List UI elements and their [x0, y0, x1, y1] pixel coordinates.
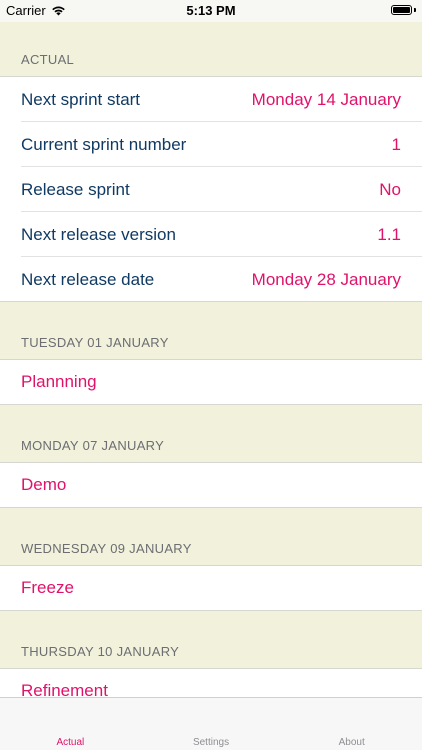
row-label: Release sprint [21, 179, 130, 199]
tab-settings[interactable]: Settings [141, 698, 282, 750]
row-value: 1 [391, 134, 401, 154]
status-bar: Carrier 5:13 PM [0, 0, 422, 22]
section-header-date: TUESDAY 01 JANUARY [0, 302, 422, 360]
battery-icon [391, 5, 412, 15]
row-value: No [379, 179, 401, 199]
tab-about[interactable]: About [281, 698, 422, 750]
actual-group: Next sprint start Monday 14 January Curr… [0, 77, 422, 302]
tab-bar: Actual Settings About [0, 697, 422, 750]
event-row-demo[interactable]: Demo [0, 463, 422, 508]
row-label: Next release date [21, 269, 155, 289]
row-next-sprint-start[interactable]: Next sprint start Monday 14 January [0, 77, 422, 122]
row-next-release-date[interactable]: Next release date Monday 28 January [0, 257, 422, 302]
section-header-date: WEDNESDAY 09 JANUARY [0, 508, 422, 566]
row-value: Monday 28 January [251, 269, 401, 289]
section-header-date: MONDAY 07 JANUARY [0, 405, 422, 463]
row-next-release-version[interactable]: Next release version 1.1 [0, 212, 422, 257]
row-release-sprint[interactable]: Release sprint No [0, 167, 422, 212]
event-row-planning[interactable]: Plannning [0, 360, 422, 405]
table-view[interactable]: ACTUAL Next sprint start Monday 14 Janua… [0, 22, 422, 714]
tab-actual[interactable]: Actual [0, 698, 141, 750]
row-value: Monday 14 January [251, 89, 401, 109]
event-row-freeze[interactable]: Freeze [0, 566, 422, 611]
section-header-actual: ACTUAL [0, 22, 422, 77]
row-label: Next sprint start [21, 89, 141, 109]
battery-tip [414, 8, 416, 12]
row-label: Next release version [21, 224, 176, 244]
row-current-sprint-number[interactable]: Current sprint number 1 [0, 122, 422, 167]
clock: 5:13 PM [186, 3, 236, 18]
row-label: Current sprint number [21, 134, 187, 154]
section-header-date: THURSDAY 10 JANUARY [0, 611, 422, 669]
row-value: 1.1 [377, 224, 401, 244]
